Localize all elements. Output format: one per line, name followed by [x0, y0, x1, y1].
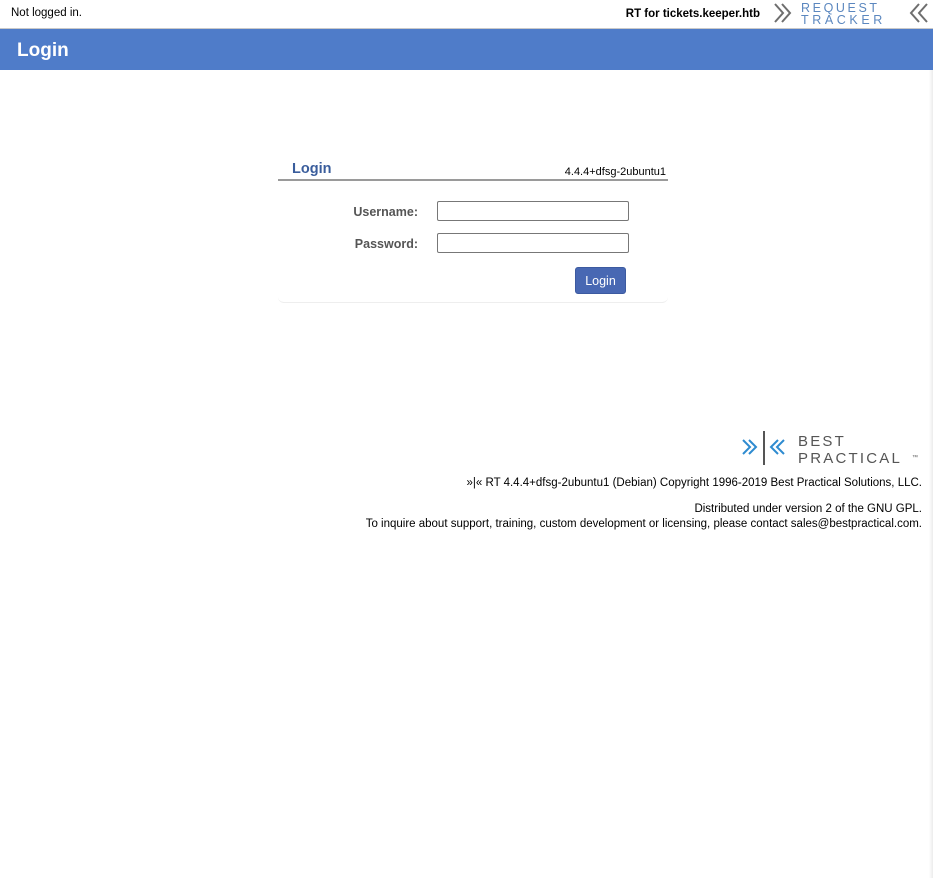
- footer-license: Distributed under version 2 of the GNU G…: [694, 503, 922, 515]
- login-status-text: Not logged in.: [11, 7, 82, 19]
- chevron-right-icon: [774, 3, 792, 23]
- page-title: Login: [17, 40, 69, 61]
- footer-contact: To inquire about support, training, cust…: [365, 518, 922, 530]
- best-practical-logo[interactable]: BEST PRACTICAL ™: [740, 429, 922, 467]
- chevron-left-icon: [909, 3, 928, 23]
- logo-text-tracker: TRACKER: [801, 13, 886, 26]
- login-button[interactable]: Login: [575, 267, 626, 294]
- username-label: Username:: [353, 205, 418, 219]
- rt-instance-name: RT for tickets.keeper.htb: [625, 8, 760, 20]
- username-input[interactable]: [437, 201, 629, 221]
- password-input[interactable]: [437, 233, 629, 253]
- logo-text-practical: PRACTICAL: [798, 450, 902, 467]
- footer-copyright: »|« RT 4.4.4+dfsg-2ubuntu1 (Debian) Copy…: [466, 477, 923, 489]
- login-box-titlebar: Login 4.4.4+dfsg-2ubuntu1: [278, 158, 668, 181]
- login-box-title: Login: [292, 161, 332, 177]
- top-bar: Not logged in. RT for tickets.keeper.htb…: [0, 0, 933, 29]
- scrollbar-edge: [929, 70, 933, 878]
- password-label: Password:: [354, 237, 418, 251]
- page: Not logged in. RT for tickets.keeper.htb…: [0, 0, 933, 878]
- logo-text-best: BEST: [798, 433, 846, 450]
- rt-version: 4.4.4+dfsg-2ubuntu1: [564, 166, 666, 178]
- page-header: Login: [0, 29, 933, 70]
- request-tracker-logo[interactable]: REQUEST TRACKER: [772, 0, 932, 26]
- login-form: Login 4.4.4+dfsg-2ubuntu1 Username: Pass…: [278, 158, 668, 303]
- trademark-mark: ™: [912, 454, 918, 461]
